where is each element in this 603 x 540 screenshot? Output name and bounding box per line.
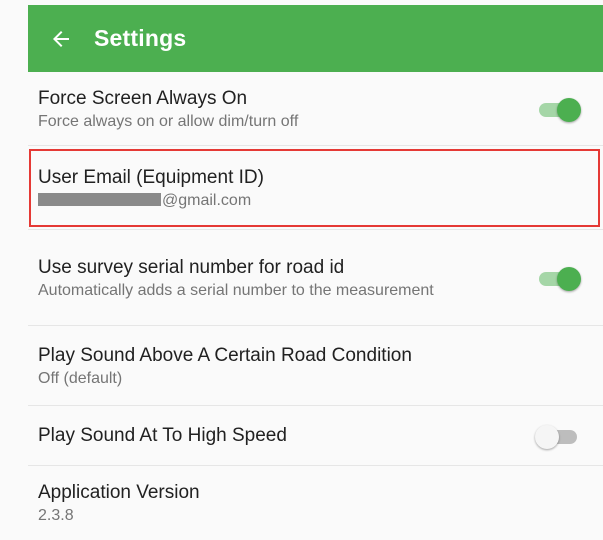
redacted-email-block (38, 192, 161, 206)
back-button[interactable] (28, 5, 94, 72)
setting-title: Force Screen Always On (38, 87, 248, 109)
setting-title: Play Sound At To High Speed (38, 424, 287, 446)
survey-serial-toggle[interactable] (535, 265, 583, 291)
setting-summary: 2.3.8 (38, 507, 74, 524)
setting-title: Play Sound Above A Certain Road Conditio… (38, 344, 412, 366)
setting-force-screen-always-on[interactable]: Force Screen Always On Force always on o… (28, 72, 603, 146)
app-bar: Settings (28, 5, 603, 72)
arrow-left-icon (53, 30, 69, 47)
setting-user-email[interactable]: User Email (Equipment ID) @gmail.com (28, 146, 603, 230)
setting-summary: Off (default) (38, 369, 123, 387)
setting-survey-serial-number[interactable]: Use survey serial number for road id Aut… (28, 230, 603, 326)
email-value: @gmail.com (38, 191, 513, 210)
toggle-thumb (535, 424, 559, 449)
setting-play-sound-road-condition[interactable]: Play Sound Above A Certain Road Conditio… (28, 326, 603, 406)
setting-title: User Email (Equipment ID) (38, 166, 264, 188)
toggle-thumb (557, 97, 581, 122)
high-speed-sound-toggle[interactable] (535, 423, 583, 449)
setting-application-version[interactable]: Application Version 2.3.8 (28, 466, 603, 540)
setting-title: Use survey serial number for road id (38, 256, 345, 278)
settings-list: Force Screen Always On Force always on o… (28, 72, 603, 540)
setting-summary: Force always on or allow dim/turn off (38, 112, 299, 130)
page-title: Settings (94, 25, 187, 51)
force-screen-toggle[interactable] (535, 96, 583, 122)
setting-summary: Automatically adds a serial number to th… (38, 281, 434, 299)
toggle-thumb (557, 266, 581, 291)
setting-play-sound-high-speed[interactable]: Play Sound At To High Speed (28, 406, 603, 466)
email-domain: @gmail.com (162, 191, 252, 209)
settings-screen: Settings Force Screen Always On Force al… (0, 0, 603, 540)
setting-title: Application Version (38, 482, 200, 503)
